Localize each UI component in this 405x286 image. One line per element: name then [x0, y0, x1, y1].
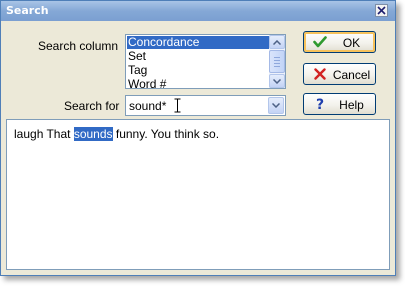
search-options-panel: Search column Concordance Set Tag Word #…: [1, 21, 395, 119]
close-icon: [377, 6, 386, 15]
x-icon: [313, 67, 327, 81]
chevron-up-icon: [273, 39, 281, 45]
cancel-button[interactable]: Cancel: [303, 63, 376, 85]
ok-button[interactable]: OK: [303, 31, 376, 53]
chevron-down-icon: [272, 103, 280, 108]
list-scrollbar[interactable]: [269, 35, 285, 88]
list-item[interactable]: Tag: [127, 64, 269, 77]
search-dialog: Search Search column Concordance Set Tag…: [0, 0, 396, 276]
matched-text: sounds: [73, 127, 113, 141]
scroll-up-button[interactable]: [269, 35, 285, 49]
dropdown-button[interactable]: [268, 97, 284, 114]
text-before-match: laugh That: [14, 127, 74, 141]
help-button[interactable]: ? Help: [303, 93, 376, 115]
text-after-match: funny. You think so.: [112, 127, 220, 141]
list-item[interactable]: Word #: [127, 78, 269, 89]
svg-text:?: ?: [316, 97, 324, 111]
help-button-label: Help: [339, 98, 364, 112]
scroll-thumb[interactable]: [269, 50, 285, 73]
search-for-label: Search for: [64, 99, 120, 113]
question-mark-icon: ?: [313, 97, 327, 111]
check-icon: [313, 35, 327, 49]
list-item[interactable]: Set: [127, 50, 269, 63]
chevron-down-icon: [273, 78, 281, 84]
concordance-line: laugh That sounds funny. You think so.: [14, 127, 219, 141]
search-column-list[interactable]: Concordance Set Tag Word #: [125, 34, 286, 89]
list-item[interactable]: Concordance: [127, 36, 269, 49]
scroll-down-button[interactable]: [269, 74, 285, 88]
concordance-text-view[interactable]: laugh That sounds funny. You think so.: [6, 119, 390, 270]
dialog-title: Search: [6, 4, 49, 17]
cancel-button-label: Cancel: [332, 68, 371, 82]
close-button[interactable]: [375, 4, 388, 17]
ok-button-label: OK: [342, 36, 361, 50]
text-cursor-icon: [174, 98, 181, 113]
search-column-label: Search column: [38, 39, 119, 53]
search-for-combobox[interactable]: sound*: [125, 95, 286, 116]
title-bar[interactable]: Search: [1, 1, 395, 21]
search-input[interactable]: sound*: [129, 99, 166, 113]
